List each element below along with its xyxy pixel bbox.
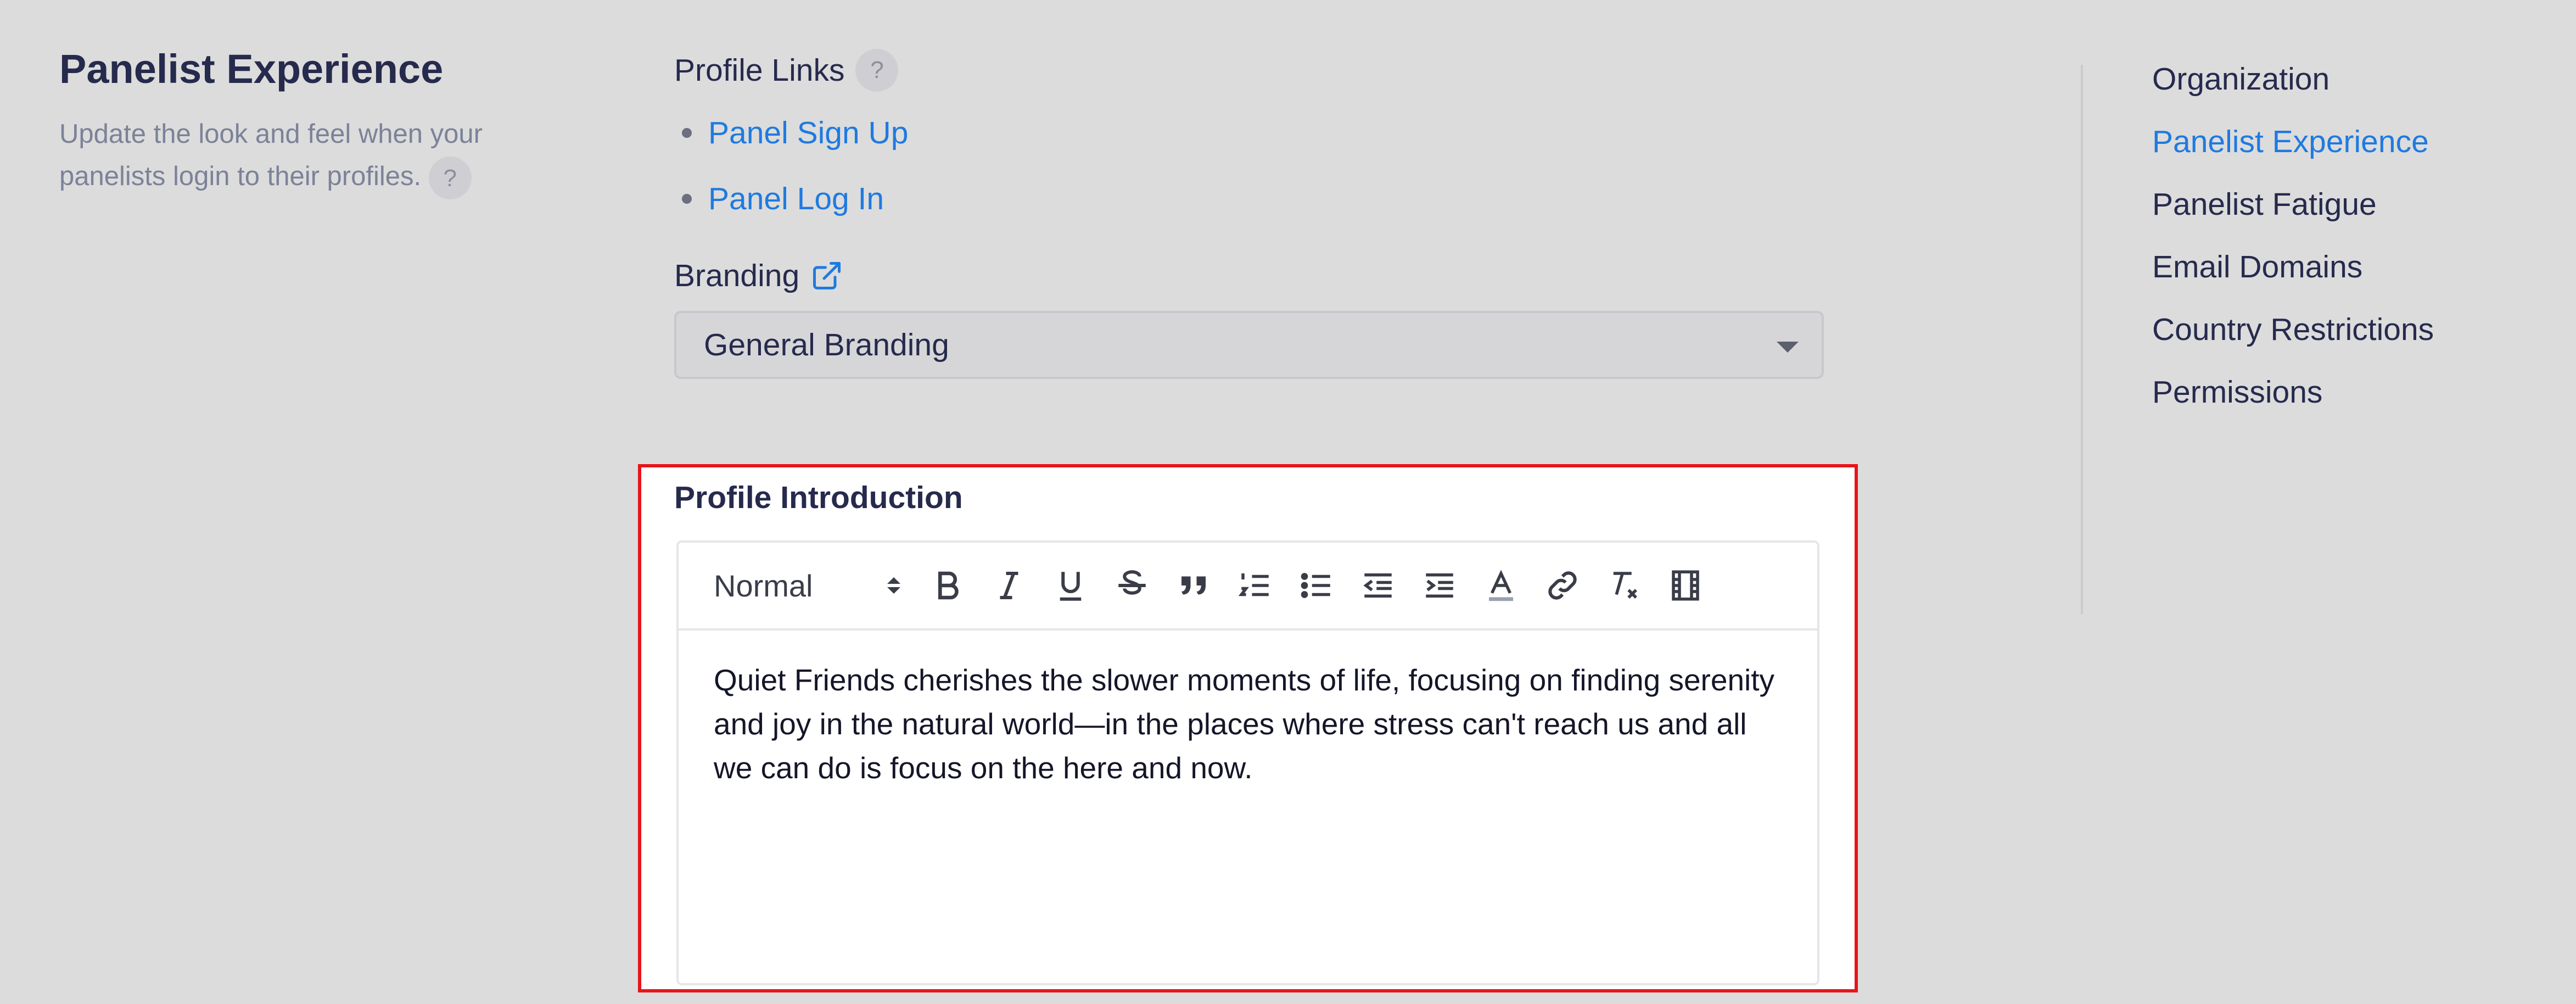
quote-icon	[1181, 576, 1206, 595]
main-settings: Profile Links ? Panel Sign Up Panel Log …	[674, 46, 1827, 379]
list-item: Panel Sign Up	[674, 100, 1827, 166]
up-down-arrows-icon	[887, 577, 900, 594]
italic-icon	[1000, 571, 1018, 600]
settings-nav: Organization Panelist Experience Panelis…	[2152, 62, 2434, 440]
video-icon	[1672, 570, 1699, 601]
profile-links-label: Profile Links ?	[674, 46, 1827, 94]
bold-button[interactable]	[917, 555, 978, 616]
help-icon[interactable]: ?	[428, 157, 472, 200]
bold-icon	[938, 571, 959, 600]
video-button[interactable]	[1655, 555, 1716, 616]
outdent-button[interactable]	[1347, 555, 1409, 616]
bullet-list-icon	[1301, 573, 1330, 598]
ordered-list-button[interactable]	[1224, 555, 1286, 616]
blockquote-button[interactable]	[1163, 555, 1224, 616]
italic-button[interactable]	[978, 555, 1040, 616]
outdent-icon	[1363, 573, 1392, 598]
chevron-down-icon	[1777, 342, 1799, 353]
editor-toolbar: Normal	[679, 543, 1817, 631]
branding-title: Branding	[674, 258, 800, 293]
profile-links-list: Panel Sign Up Panel Log In	[674, 100, 1827, 232]
panel-log-in-link[interactable]: Panel Log In	[708, 181, 884, 217]
editor-content[interactable]: Quiet Friends cherishes the slower momen…	[679, 631, 1817, 817]
bullet	[682, 128, 692, 138]
profile-introduction-label: Profile Introduction	[674, 480, 963, 515]
list-item: Panel Log In	[674, 166, 1827, 232]
branding-select[interactable]: General Branding	[674, 311, 1824, 379]
bullet-list-button[interactable]	[1286, 555, 1347, 616]
branding-label: Branding	[674, 252, 1827, 300]
text-color-icon	[1489, 570, 1513, 601]
profile-introduction-section: Profile Introduction Normal Quiet Friend…	[638, 464, 1858, 992]
section-header: Panelist Experience Update the look and …	[59, 44, 531, 200]
profile-links-title: Profile Links	[674, 53, 845, 88]
clear-format-button[interactable]	[1593, 555, 1655, 616]
page-title: Panelist Experience	[59, 46, 444, 92]
nav-item-permissions[interactable]: Permissions	[2152, 344, 2434, 440]
external-link-icon[interactable]	[810, 259, 843, 292]
help-icon[interactable]: ?	[855, 49, 899, 92]
clear-format-icon	[1613, 572, 1637, 599]
text-color-button[interactable]	[1470, 555, 1532, 616]
indent-icon	[1426, 573, 1453, 598]
rich-text-editor: Normal Quiet Friends cherishes the slowe…	[676, 540, 1819, 985]
description-text: Update the look and feel when your panel…	[59, 119, 483, 191]
link-icon	[1548, 571, 1577, 600]
strikethrough-button[interactable]	[1101, 555, 1163, 616]
link-button[interactable]	[1532, 555, 1593, 616]
panel-sign-up-link[interactable]: Panel Sign Up	[708, 115, 908, 151]
bullet	[682, 194, 692, 204]
format-select[interactable]: Normal	[714, 568, 900, 604]
section-description: Update the look and feel when your panel…	[59, 113, 531, 200]
nav-divider	[2081, 65, 2083, 614]
underline-button[interactable]	[1040, 555, 1101, 616]
ordered-list-icon	[1238, 573, 1269, 596]
format-select-value: Normal	[714, 568, 813, 603]
indent-button[interactable]	[1409, 555, 1470, 616]
branding-selected-value: General Branding	[704, 327, 949, 362]
underline-icon	[1060, 572, 1082, 601]
strikethrough-icon	[1118, 570, 1146, 595]
